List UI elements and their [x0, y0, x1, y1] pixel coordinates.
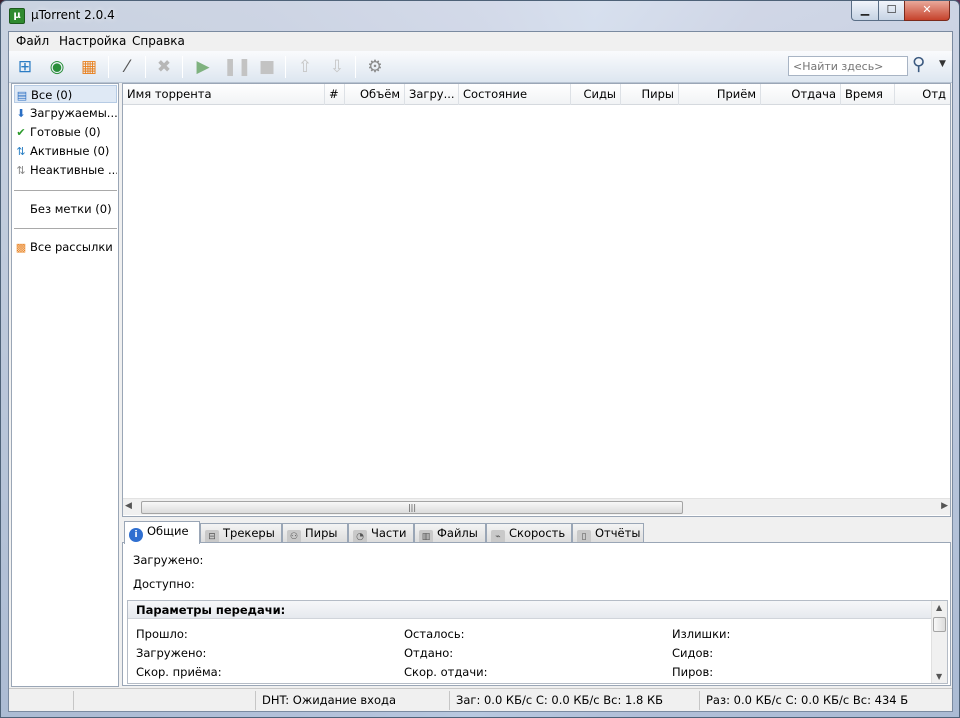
dht-status: DHT: Ожидание входа	[255, 691, 427, 710]
download-speed-label: Скор. приёма:	[136, 665, 222, 679]
tab-logger[interactable]: ▯ Отчёты	[572, 523, 644, 544]
col-number[interactable]: #	[325, 84, 345, 105]
tab-files[interactable]: ▥ Файлы	[414, 523, 486, 544]
tab-peers[interactable]: ⚇ Пиры	[282, 523, 348, 544]
torrent-list[interactable]: Имя торрента # Объём Загру... Состояние …	[122, 83, 951, 517]
peers-label: Пиров:	[672, 665, 714, 679]
app-window: µ µTorrent 2.0.4 ▁ ☐ ✕ Файл Настройка Сп…	[0, 0, 960, 718]
scroll-left-icon[interactable]: ◀	[125, 501, 132, 511]
tab-trackers[interactable]: ⊟ Трекеры	[200, 523, 282, 544]
stop-icon[interactable]: ■	[255, 55, 279, 79]
elapsed-label: Прошло:	[136, 627, 188, 641]
sidebar-item-all[interactable]: ▤ Все (0)	[14, 85, 117, 103]
upload-status[interactable]: Раз: 0.0 КБ/с С: 0.0 КБ/с Вс: 434 Б	[699, 691, 952, 710]
add-torrent-icon[interactable]: ⊞	[13, 55, 37, 79]
chevron-down-icon[interactable]: ▼	[939, 59, 946, 69]
status-bar: DHT: Ожидание входа Заг: 0.0 КБ/с С: 0.0…	[9, 688, 952, 711]
sidebar-item-label: Все (0)	[31, 88, 73, 102]
add-rss-feed-icon[interactable]: ▦	[77, 55, 101, 79]
seeds-label: Сидов:	[672, 646, 714, 660]
start-icon[interactable]: ▶	[191, 55, 215, 79]
rss-icon: ▩	[15, 241, 27, 254]
uploaded-label: Отдано:	[404, 646, 454, 660]
col-seeds[interactable]: Сиды	[571, 84, 621, 105]
sidebar-item-label: Неактивные ...	[30, 163, 117, 177]
create-torrent-icon[interactable]: ⁄	[115, 55, 139, 79]
transfer-section: Параметры передачи: Прошло: Загружено: С…	[127, 600, 948, 684]
col-up-speed[interactable]: Отдача	[761, 84, 841, 105]
scroll-right-icon[interactable]: ▶	[941, 501, 948, 511]
sidebar-item-label: Без метки (0)	[30, 202, 112, 216]
downloaded-label: Загружено:	[133, 553, 204, 567]
search-icon[interactable]: ⚲	[912, 54, 925, 75]
tab-pieces[interactable]: ◔ Части	[348, 523, 414, 544]
toolbar: ⊞ ◉ ▦ ⁄ ✖ ▶ ❚❚ ■ ⇧ ⇩ ⚙ ⚲ ▼	[9, 51, 952, 83]
horizontal-scrollbar[interactable]: ◀ ||| ▶	[123, 498, 950, 515]
utorrent-logo-icon: µ	[9, 8, 25, 24]
sidebar-item-inactive[interactable]: ⇅ Неактивные ...	[14, 161, 117, 179]
col-eta[interactable]: Время	[841, 84, 895, 105]
sidebar-item-label: Готовые (0)	[30, 125, 101, 139]
sidebar-item-completed[interactable]: ✔ Готовые (0)	[14, 123, 117, 141]
menu-bar: Файл Настройка Справка	[9, 32, 952, 51]
move-up-icon[interactable]: ⇧	[293, 55, 317, 79]
client-area: Файл Настройка Справка ⊞ ◉ ▦ ⁄ ✖ ▶ ❚❚ ■ …	[8, 31, 953, 712]
menu-file[interactable]: Файл	[16, 34, 49, 48]
wasted-label: Излишки:	[672, 627, 731, 641]
sidebar-item-active[interactable]: ⇅ Активные (0)	[14, 142, 117, 160]
search-input[interactable]	[788, 56, 908, 76]
upload-speed-label: Скор. отдачи:	[404, 665, 488, 679]
vertical-scrollbar[interactable]: ▲ ▼	[931, 601, 947, 683]
col-ratio[interactable]: Отд	[895, 84, 950, 105]
details-panel: Загружено: Доступно: Параметры передачи:…	[122, 542, 951, 686]
scroll-down-icon[interactable]: ▼	[936, 672, 942, 681]
downloaded-label: Загружено:	[136, 646, 207, 660]
info-icon: i	[129, 528, 143, 542]
pause-icon[interactable]: ❚❚	[223, 55, 252, 79]
completed-icon: ✔	[16, 126, 26, 139]
tab-speed[interactable]: ⌁ Скорость	[486, 523, 572, 544]
tab-general[interactable]: i Общие	[124, 521, 200, 544]
sidebar-item-label: Загружаемы...	[30, 106, 117, 120]
move-down-icon[interactable]: ⇩	[325, 55, 349, 79]
detail-tabs: i Общие ⊟ Трекеры ⚇ Пиры ◔ Части ▥ Файлы ⌁ Ско…	[122, 521, 951, 544]
menu-help[interactable]: Справка	[132, 34, 185, 48]
sidebar-item-all-feeds[interactable]: ▩ Все рассылки	[14, 238, 117, 256]
close-button[interactable]: ✕	[904, 1, 950, 21]
col-name[interactable]: Имя торрента	[123, 84, 325, 105]
category-sidebar: ▤ Все (0) ⬇ Загружаемы... ✔ Готовые (0) ⇅ Ак…	[11, 83, 119, 687]
minimize-button[interactable]: ▁	[851, 1, 879, 21]
remaining-label: Осталось:	[404, 627, 465, 641]
sidebar-item-no-label[interactable]: Без метки (0)	[14, 200, 117, 218]
preferences-gear-icon[interactable]: ⚙	[363, 55, 387, 79]
sidebar-divider	[14, 190, 117, 191]
sidebar-item-downloading[interactable]: ⬇ Загружаемы...	[14, 104, 117, 122]
sidebar-item-label: Активные (0)	[30, 144, 110, 158]
maximize-button[interactable]: ☐	[878, 1, 905, 21]
col-down-speed[interactable]: Приём	[679, 84, 761, 105]
scrollbar-thumb[interactable]	[933, 617, 946, 632]
column-header-row: Имя торрента # Объём Загру... Состояние …	[123, 84, 950, 105]
scrollbar-thumb[interactable]: |||	[141, 501, 683, 514]
scroll-up-icon[interactable]: ▲	[936, 603, 942, 612]
col-size[interactable]: Объём	[345, 84, 405, 105]
available-label: Доступно:	[133, 577, 195, 591]
downloading-icon: ⬇	[16, 107, 26, 120]
title-bar[interactable]: µ µTorrent 2.0.4 ▁ ☐ ✕	[1, 1, 959, 31]
add-torrent-url-icon[interactable]: ◉	[45, 55, 69, 79]
all-torrents-icon: ▤	[16, 89, 28, 102]
sidebar-divider	[14, 228, 117, 229]
sidebar-item-label: Все рассылки	[30, 240, 113, 254]
active-icon: ⇅	[16, 145, 26, 158]
col-status[interactable]: Состояние	[459, 84, 571, 105]
menu-settings[interactable]: Настройка	[59, 34, 126, 48]
transfer-header: Параметры передачи:	[128, 601, 933, 619]
col-peers[interactable]: Пиры	[621, 84, 679, 105]
inactive-icon: ⇅	[16, 164, 26, 177]
col-downloaded[interactable]: Загру...	[405, 84, 459, 105]
download-status[interactable]: Заг: 0.0 КБ/с С: 0.0 КБ/с Вс: 1.8 КБ	[449, 691, 699, 710]
remove-torrent-icon[interactable]: ✖	[152, 55, 176, 79]
window-title: µTorrent 2.0.4	[31, 8, 115, 22]
